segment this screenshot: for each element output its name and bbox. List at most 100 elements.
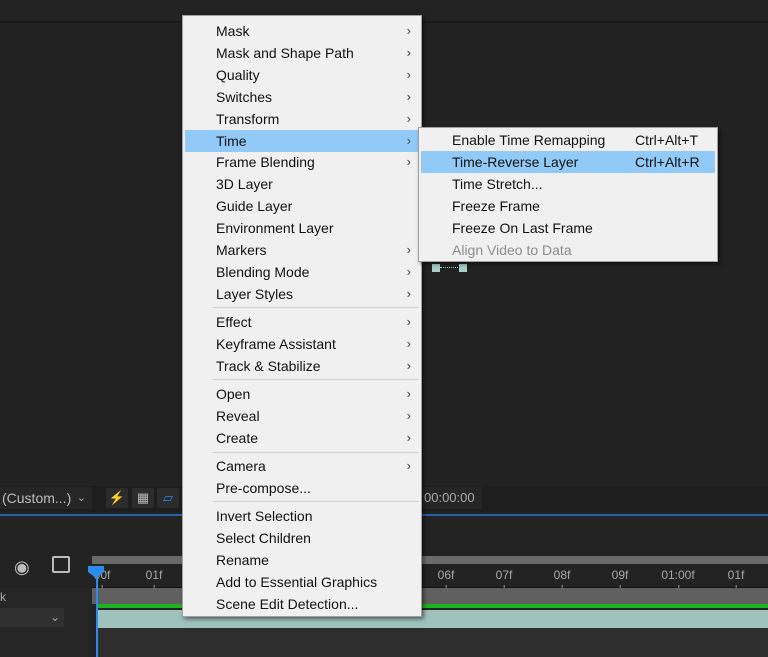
chevron-right-icon: › (406, 430, 411, 445)
chevron-right-icon: › (406, 23, 411, 38)
menu-item-time[interactable]: Time › (185, 130, 419, 152)
menu-item-label: Environment Layer (216, 220, 334, 236)
menu-item-frame-blending[interactable]: Frame Blending › (185, 151, 419, 173)
menu-separator (213, 501, 419, 502)
menu-item-guide-layer[interactable]: Guide Layer (185, 195, 419, 217)
chevron-right-icon: › (406, 45, 411, 60)
chevron-right-icon: › (406, 386, 411, 401)
menu-item-label: Open (216, 386, 251, 402)
menu-item-reveal[interactable]: Reveal › (185, 405, 419, 427)
chevron-right-icon: › (406, 314, 411, 329)
menu-item-transform[interactable]: Transform › (185, 108, 419, 130)
menu-item-add-to-essential-graphics[interactable]: Add to Essential Graphics (185, 571, 419, 593)
chevron-right-icon: › (406, 336, 411, 351)
menu-item-label: Blending Mode (216, 264, 310, 280)
chevron-right-icon: › (406, 133, 411, 148)
submenu-item-freeze-on-last-frame[interactable]: Freeze On Last Frame (421, 217, 715, 239)
menu-item-blending-mode[interactable]: Blending Mode › (185, 261, 419, 283)
menu-item-label: Markers (216, 242, 267, 258)
menu-item-label: Effect (216, 314, 252, 330)
keyframe-handle[interactable] (432, 264, 440, 272)
mask-visibility-icon[interactable]: ▱ (157, 488, 179, 508)
menu-item-label: 3D Layer (216, 176, 273, 192)
tick-label: 01f (727, 568, 745, 590)
menu-item-label: Guide Layer (216, 198, 293, 214)
menu-item-label: Select Children (216, 530, 311, 546)
menu-item-mask-and-shape-path[interactable]: Mask and Shape Path › (185, 42, 419, 64)
menu-separator (213, 452, 419, 453)
fast-previews-icon[interactable]: ⚡ (106, 488, 128, 508)
menu-item-scene-edit-detection[interactable]: Scene Edit Detection... (185, 593, 419, 615)
resolution-value: (Custom...) (2, 490, 72, 506)
chevron-right-icon: › (406, 408, 411, 423)
menu-item-keyframe-assistant[interactable]: Keyframe Assistant › (185, 333, 419, 355)
transparency-grid-icon[interactable]: ▦ (132, 488, 154, 508)
menu-item-label: Scene Edit Detection... (216, 596, 359, 612)
menu-item-open[interactable]: Open › (185, 383, 419, 405)
menu-item-create[interactable]: Create › (185, 427, 419, 449)
tick-label: 08f (553, 568, 571, 590)
tick-label: 01:00f (661, 568, 695, 590)
menu-item-quality[interactable]: Quality › (185, 64, 419, 86)
menu-item-label: Add to Essential Graphics (216, 574, 378, 590)
chevron-right-icon: › (406, 154, 411, 169)
chevron-right-icon: › (406, 89, 411, 104)
shortcut-label: Ctrl+Alt+R (635, 154, 700, 170)
menu-item-3d-layer[interactable]: 3D Layer (185, 173, 419, 195)
graph-editor-icon[interactable] (52, 556, 70, 573)
submenu-item-label: Enable Time Remapping (452, 132, 606, 148)
submenu-item-freeze-frame[interactable]: Freeze Frame (421, 195, 715, 217)
chevron-right-icon: › (406, 111, 411, 126)
menu-item-camera[interactable]: Camera › (185, 455, 419, 477)
submenu-item-align-video-to-data: Align Video to Data (421, 239, 715, 261)
tick-label: 01f (145, 568, 163, 590)
timeline-empty-track (98, 628, 768, 657)
playhead-line[interactable] (96, 570, 98, 657)
menu-item-label: Switches (216, 89, 273, 105)
tick-label: 09f (611, 568, 629, 590)
menu-item-rename[interactable]: Rename (185, 549, 419, 571)
submenu-item-time-stretch[interactable]: Time Stretch... (421, 173, 715, 195)
time-submenu: Enable Time Remapping Ctrl+Alt+T Time-Reve… (418, 127, 718, 262)
menu-item-markers[interactable]: Markers › (185, 239, 419, 261)
menu-item-invert-selection[interactable]: Invert Selection (185, 505, 419, 527)
menu-item-label: Keyframe Assistant (216, 336, 336, 352)
menu-item-pre-compose[interactable]: Pre-compose... (185, 477, 419, 499)
menu-item-mask[interactable]: Mask › (185, 20, 419, 42)
tick-label: 06f (437, 568, 455, 590)
submenu-item-label: Time Stretch... (452, 176, 543, 192)
resolution-dropdown[interactable]: (Custom...) ⌄ (0, 487, 92, 509)
chevron-down-icon: ⌄ (49, 610, 60, 624)
menu-item-label: Layer Styles (216, 286, 294, 302)
menu-item-label: Frame Blending (216, 154, 315, 170)
menu-item-effect[interactable]: Effect › (185, 311, 419, 333)
menu-item-label: Invert Selection (216, 508, 313, 524)
submenu-item-time-reverse-layer[interactable]: Time-Reverse Layer Ctrl+Alt+R (421, 151, 715, 173)
layer-mode-dropdown[interactable]: ⌄ (0, 608, 64, 627)
chevron-right-icon: › (406, 242, 411, 257)
motion-blur-icon[interactable]: ◉ (14, 557, 30, 578)
timecode-display[interactable]: 00:00:00 (420, 487, 482, 509)
menu-item-label: Reveal (216, 408, 260, 424)
menu-item-label: Transform (216, 111, 280, 127)
submenu-item-label: Align Video to Data (452, 242, 572, 258)
menu-item-track-stabilize[interactable]: Track & Stabilize › (185, 355, 419, 377)
submenu-item-label: Time-Reverse Layer (452, 154, 579, 170)
column-label: k (0, 590, 6, 604)
menu-item-switches[interactable]: Switches › (185, 86, 419, 108)
menu-item-label: Quality (216, 67, 260, 83)
submenu-item-enable-time-remapping[interactable]: Enable Time Remapping Ctrl+Alt+T (421, 129, 715, 151)
menu-item-label: Camera (216, 458, 266, 474)
menu-item-layer-styles[interactable]: Layer Styles › (185, 283, 419, 305)
chevron-right-icon: › (406, 264, 411, 279)
keyframe-handle[interactable] (459, 264, 467, 272)
menu-item-environment-layer[interactable]: Environment Layer (185, 217, 419, 239)
chevron-right-icon: › (406, 286, 411, 301)
chevron-right-icon: › (406, 67, 411, 82)
menu-separator (213, 379, 419, 380)
menu-item-label: Mask (216, 23, 250, 39)
motion-path (440, 267, 460, 268)
menu-item-label: Rename (216, 552, 269, 568)
menu-item-select-children[interactable]: Select Children (185, 527, 419, 549)
menu-item-label: Create (216, 430, 259, 446)
